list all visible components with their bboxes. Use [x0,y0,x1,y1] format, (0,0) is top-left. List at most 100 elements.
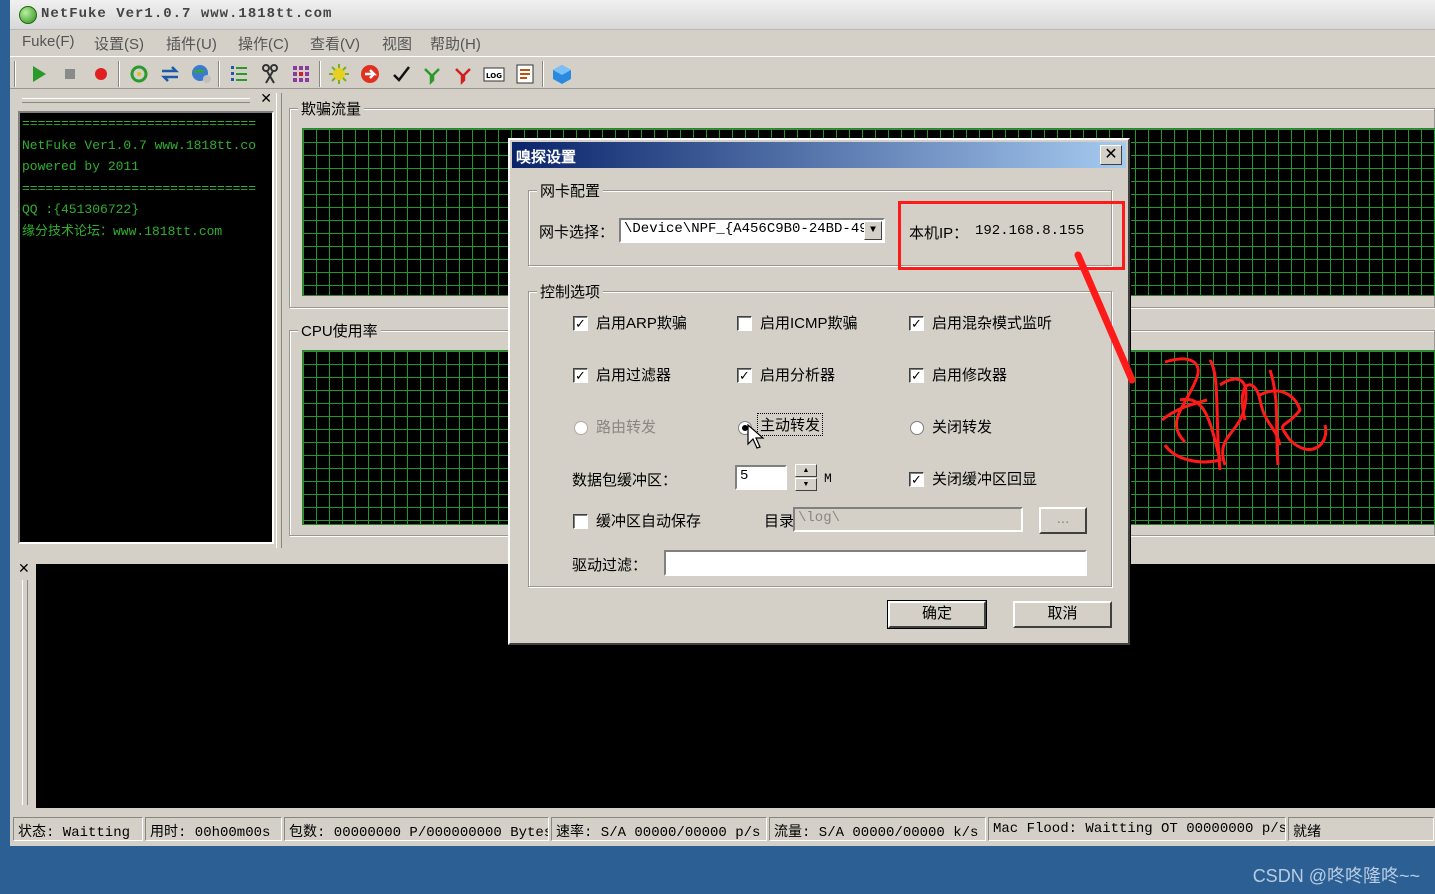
title-bar: NetFuke Ver1.0.7 www.1818tt.com [10,0,1435,30]
traffic-title: 欺骗流量 [298,98,365,119]
scissors-icon[interactable] [259,63,281,85]
swap-icon[interactable] [159,63,181,85]
icmp-label: 启用ICMP欺骗 [760,315,858,332]
watermark: CSDN @咚咚隆咚~~ [1252,866,1420,886]
close-button[interactable]: ✕ [1100,145,1122,165]
driver-filter-label: 驱动过滤： [572,557,648,574]
globe-icon[interactable] [190,63,212,85]
app-logo-icon [19,6,37,24]
status-macflood: Mac Flood: Waitting OT 00000000 p/s [988,817,1286,841]
status-time: 用时: 00h00m00s [145,817,282,841]
nic-label: 网卡选择： [539,224,615,241]
menu-operate[interactable]: 操作(C) [238,33,289,54]
icmp-checkbox[interactable] [737,316,752,331]
console-line: 缘分技术论坛：www.1818tt.com [22,223,223,239]
nic-select[interactable]: \Device\NPF_{A456C9B0-24BD-490 ▼ [619,218,885,243]
star-icon[interactable] [328,63,350,85]
filter-checkbox[interactable]: ✓ [573,368,588,383]
echo-checkbox[interactable]: ✓ [909,472,924,487]
status-ready: 就绪 [1288,817,1434,841]
route-forward-radio [574,421,588,435]
grid-icon[interactable] [290,63,312,85]
status-packets: 包数: 00000000 P/000000000 Bytes [284,817,549,841]
close-icon[interactable]: ✕ [18,560,30,577]
info-console: ============================== NetFuke V… [18,111,274,544]
buffer-stepper[interactable]: ▲ ▼ [795,464,817,491]
buffer-label: 数据包缓冲区： [572,472,678,489]
status-bar: 状态: Waitting 用时: 00h00m00s 包数: 00000000 … [10,815,1435,843]
mouse-cursor-icon [747,424,765,449]
modifier-label: 启用修改器 [932,367,1008,384]
menu-settings[interactable]: 设置(S) [94,33,144,54]
analyzer-label: 启用分析器 [760,367,836,384]
analyzer-checkbox[interactable]: ✓ [737,368,752,383]
buffer-unit: M [824,471,832,486]
promisc-label: 启用混杂模式监听 [932,315,1053,332]
record-icon[interactable] [90,63,112,85]
active-forward-label: 主动转发 [756,413,824,436]
ok-button[interactable]: 确定 [887,600,987,629]
off-forward-label: 关闭转发 [932,419,993,436]
console-line: powered by 2011 [22,159,140,174]
route-forward-label: 路由转发 [596,419,657,436]
menu-plugins[interactable]: 插件(U) [166,33,217,54]
drag-handle[interactable] [22,580,28,805]
dialog-title-bar[interactable]: 嗅探设置 ✕ [512,142,1126,168]
nic-select-value: \Device\NPF_{A456C9B0-24BD-490 [624,221,877,237]
dir-value: \log\ [798,510,841,526]
control-groupbox: 控制选项 ✓ 启用ARP欺骗 启用ICMP欺骗 ✓ 启用混杂模式监听 ✓ 启用过… [528,281,1112,587]
dialog-title: 嗅探设置 [516,149,577,166]
close-icon[interactable]: ✕ [260,90,272,107]
stepper-up-icon[interactable]: ▲ [795,464,817,477]
console-line: ============================== [22,116,257,131]
play-icon[interactable] [28,63,50,85]
cancel-button[interactable]: 取消 [1013,601,1112,628]
console-line: QQ :{451306722} [22,202,140,217]
chevron-down-icon[interactable]: ▼ [864,221,882,240]
filter-green-icon[interactable] [421,63,443,85]
toolbar: LOG [10,56,1435,89]
svg-text:LOG: LOG [486,72,502,80]
dir-input: \log\ [793,507,1023,532]
menu-bar: Fuke(F) 设置(S) 插件(U) 操作(C) 查看(V) 视图 帮助(H) [10,30,1435,54]
browse-button: ... [1039,507,1087,534]
control-group-title: 控制选项 [537,281,604,302]
refresh-icon[interactable] [128,63,150,85]
console-line: ============================== [22,180,257,196]
window-title: NetFuke Ver1.0.7 www.1818tt.com [41,6,333,22]
stepper-down-icon[interactable]: ▼ [795,478,817,491]
arp-checkbox[interactable]: ✓ [573,316,588,331]
menu-view[interactable]: 查看(V) [310,33,360,54]
promisc-checkbox[interactable]: ✓ [909,316,924,331]
log-icon[interactable]: LOG [483,63,505,85]
cpu-title: CPU使用率 [298,320,381,341]
vertical-splitter[interactable] [276,93,282,548]
menu-help[interactable]: 帮助(H) [430,33,481,54]
buffer-value: 5 [740,468,749,484]
driver-filter-input[interactable] [664,550,1087,576]
console-line: NetFuke Ver1.0.7 www.1818tt.co [22,137,257,153]
circle-arrow-icon[interactable] [359,63,381,85]
menu-fuke[interactable]: Fuke(F) [22,33,75,50]
modifier-checkbox[interactable]: ✓ [909,368,924,383]
drag-handle[interactable] [22,98,250,103]
buffer-input[interactable]: 5 [735,465,787,490]
stop-icon[interactable] [59,63,81,85]
cube-icon[interactable] [551,63,573,85]
left-panel-header: ✕ [18,90,274,109]
menu-window[interactable]: 视图 [382,33,412,54]
status-flow: 流量: S/A 00000/00000 k/s [769,817,986,841]
annotation-scribble [1074,251,1328,471]
status-state: 状态: Waitting [13,817,143,841]
status-rate: 速率: S/A 00000/00000 p/s [551,817,767,841]
list-icon[interactable] [228,63,250,85]
autosave-checkbox[interactable] [573,514,588,529]
filter-red-icon[interactable] [452,63,474,85]
filter-label: 启用过滤器 [596,367,672,384]
arp-label: 启用ARP欺骗 [596,315,687,332]
check-icon[interactable] [390,63,412,85]
off-forward-radio[interactable] [910,421,924,435]
nic-group-title: 网卡配置 [537,180,604,201]
report-icon[interactable] [514,63,536,85]
echo-label: 关闭缓冲区回显 [932,471,1038,488]
